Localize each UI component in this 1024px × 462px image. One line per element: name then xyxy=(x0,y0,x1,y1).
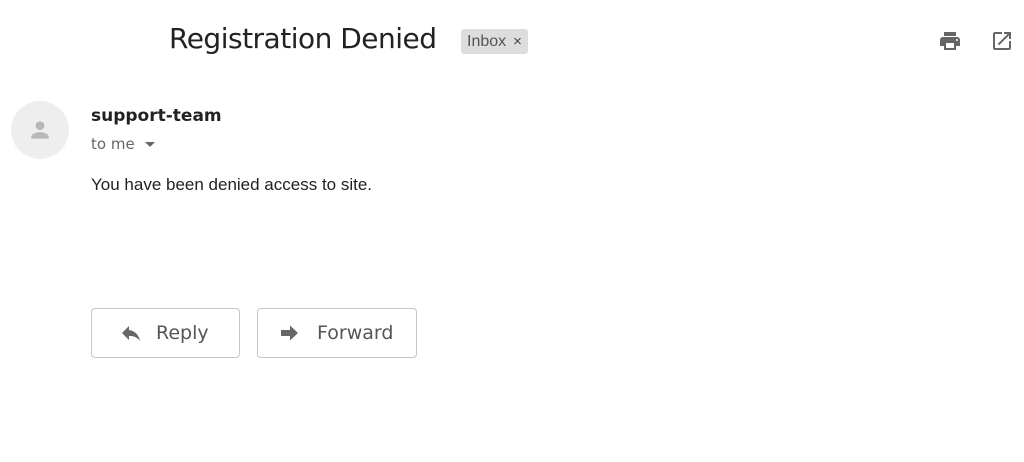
sender-avatar[interactable] xyxy=(11,101,69,159)
recipient-text: to me xyxy=(91,135,135,153)
reply-button[interactable]: Reply xyxy=(91,308,240,358)
email-body: You have been denied access to site. xyxy=(91,175,373,194)
email-subject: Registration Denied xyxy=(169,22,437,55)
reply-arrow-icon xyxy=(118,322,144,344)
forward-label: Forward xyxy=(317,322,394,344)
caret-down-icon xyxy=(144,141,155,147)
inbox-label-chip[interactable]: Inbox × xyxy=(461,29,528,54)
open-in-new-window-button[interactable] xyxy=(989,28,1015,54)
forward-button[interactable]: Forward xyxy=(257,308,417,358)
print-icon xyxy=(940,32,960,50)
person-icon xyxy=(31,121,49,139)
open-in-new-window-icon xyxy=(993,32,1011,50)
forward-arrow-icon xyxy=(277,322,303,344)
label-chip-text: Inbox xyxy=(467,32,507,50)
reply-label: Reply xyxy=(156,322,209,344)
remove-label-icon[interactable]: × xyxy=(513,33,522,50)
sender-name[interactable]: support-team xyxy=(91,106,222,126)
recipient-details-toggle[interactable]: to me xyxy=(91,135,155,153)
print-button[interactable] xyxy=(937,28,963,54)
